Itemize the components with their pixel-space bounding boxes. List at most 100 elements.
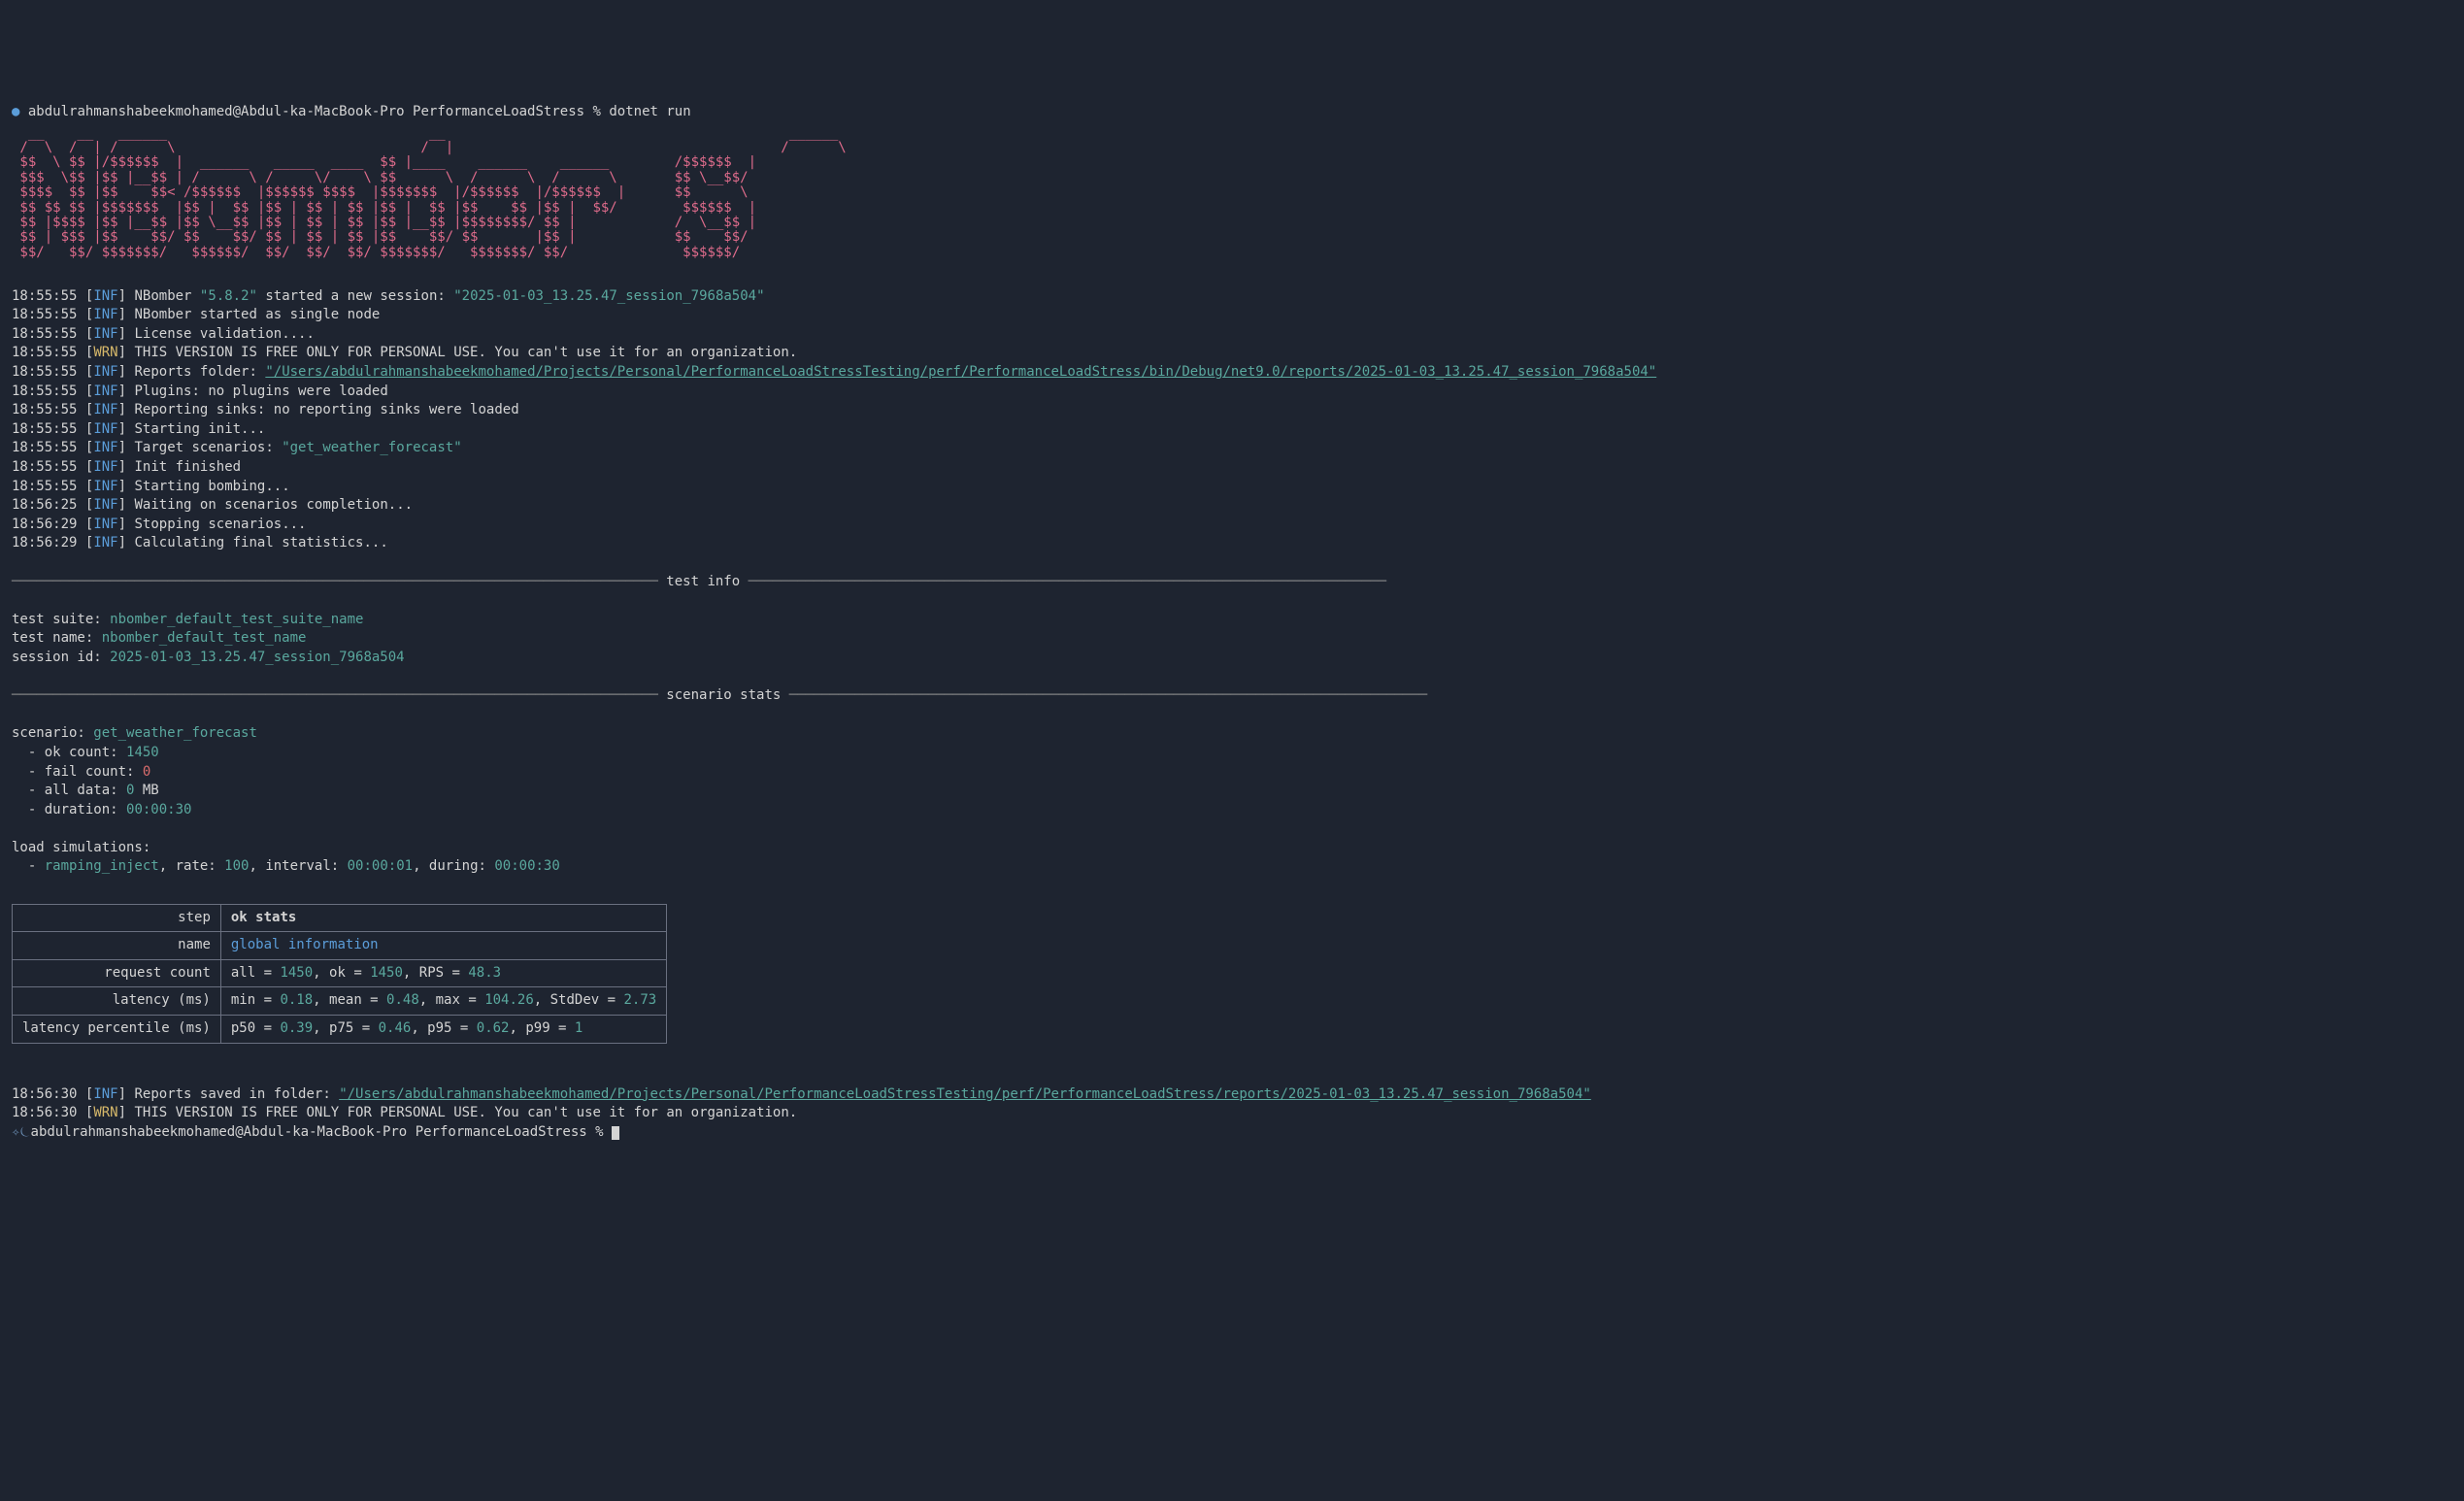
- nbomber-version: "5.8.2": [200, 288, 257, 304]
- prompt-user-host: abdulrahmanshabeekmohamed@Abdul-ka-MacBo…: [31, 1124, 408, 1140]
- section-divider: ────────────────────────────────────────…: [12, 574, 1386, 589]
- log-text: License validation....: [134, 326, 314, 342]
- label: min =: [231, 992, 281, 1008]
- log-ts: 18:55:55: [12, 288, 77, 304]
- log-ts: 18:55:55: [12, 459, 77, 475]
- session-id: "2025-01-03_13.25.47_session_7968a504": [453, 288, 764, 304]
- ok-count-line: - ok count: 1450: [12, 745, 159, 760]
- log-level-inf: INF: [93, 364, 117, 380]
- table-row: name global information: [13, 932, 667, 960]
- table-row: latency percentile (ms) p50 = 0.39, p75 …: [13, 1016, 667, 1044]
- prompt-line-2[interactable]: ✧⏾abdulrahmanshabeekmohamed@Abdul-ka-Mac…: [12, 1124, 619, 1140]
- rate-value: 100: [224, 858, 249, 874]
- label: , RPS =: [403, 965, 468, 981]
- rule: ────────────────────────────────────────…: [12, 687, 658, 703]
- table-row: request count all = 1450, ok = 1450, RPS…: [13, 959, 667, 987]
- col-step: step: [13, 904, 221, 932]
- log-level-inf: INF: [93, 421, 117, 437]
- log-level-inf: INF: [93, 288, 117, 304]
- fail-count-line: - fail count: 0: [12, 764, 150, 780]
- session-id-line: session id: 2025-01-03_13.25.47_session_…: [12, 650, 405, 665]
- log-text: Reports folder:: [134, 364, 265, 380]
- during-value: 00:00:30: [494, 858, 559, 874]
- log-ts: 18:55:55: [12, 402, 77, 417]
- table-row: latency (ms) min = 0.18, mean = 0.48, ma…: [13, 987, 667, 1016]
- label: , rate:: [159, 858, 224, 874]
- log-line: 18:55:55 [INF] Reporting sinks: no repor…: [12, 402, 519, 417]
- interval-value: 00:00:01: [348, 858, 413, 874]
- command-text: dotnet run: [609, 104, 690, 119]
- duration-value: 00:00:30: [126, 802, 191, 817]
- log-level-inf: INF: [93, 307, 117, 322]
- log-text: started a new session:: [257, 288, 453, 304]
- label: , p95 =: [411, 1020, 476, 1036]
- label: , p99 =: [509, 1020, 574, 1036]
- log-level-inf: INF: [93, 497, 117, 513]
- log-level-wrn: WRN: [93, 1105, 117, 1120]
- all-value: 1450: [280, 965, 313, 981]
- log-ts: 18:56:29: [12, 535, 77, 550]
- prompt-sep: %: [595, 1124, 603, 1140]
- label: session id:: [12, 650, 110, 665]
- log-text: Calculating final statistics...: [134, 535, 387, 550]
- label: p50 =: [231, 1020, 281, 1036]
- label: , p75 =: [313, 1020, 378, 1036]
- log-level-inf: INF: [93, 535, 117, 550]
- bullet: -: [12, 858, 45, 874]
- log-ts: 18:56:30: [12, 1105, 77, 1120]
- log-line: 18:55:55 [INF] Target scenarios: "get_we…: [12, 440, 462, 455]
- log-ts: 18:56:25: [12, 497, 77, 513]
- min-value: 0.18: [280, 992, 313, 1008]
- prompt-user-host: abdulrahmanshabeekmohamed@Abdul-ka-MacBo…: [28, 104, 405, 119]
- global-information: global information: [231, 937, 379, 952]
- log-level-inf: INF: [93, 440, 117, 455]
- log-line: 18:56:30 [INF] Reports saved in folder: …: [12, 1086, 1591, 1102]
- target-scenario: "get_weather_forecast": [282, 440, 461, 455]
- log-ts: 18:55:55: [12, 421, 77, 437]
- log-ts: 18:55:55: [12, 479, 77, 494]
- test-name-line: test name: nbomber_default_test_name: [12, 630, 306, 646]
- log-text: Stopping scenarios...: [134, 517, 306, 532]
- log-level-inf: INF: [93, 402, 117, 417]
- row-label-request-count: request count: [13, 959, 221, 987]
- reports-folder-path[interactable]: "/Users/abdulrahmanshabeekmohamed/Projec…: [265, 364, 1656, 380]
- log-text: Starting bombing...: [134, 479, 289, 494]
- log-line: 18:56:29 [INF] Calculating final statist…: [12, 535, 388, 550]
- max-value: 104.26: [484, 992, 534, 1008]
- log-ts: 18:56:29: [12, 517, 77, 532]
- log-line: 18:55:55 [INF] Starting init...: [12, 421, 265, 437]
- test-name-value: nbomber_default_test_name: [102, 630, 307, 646]
- scenario-name: get_weather_forecast: [93, 725, 257, 741]
- row-label-latency: latency (ms): [13, 987, 221, 1016]
- log-text: Init finished: [134, 459, 241, 475]
- reports-saved-path[interactable]: "/Users/abdulrahmanshabeekmohamed/Projec…: [339, 1086, 1591, 1102]
- label: all =: [231, 965, 281, 981]
- row-label-latency-percentile: latency percentile (ms): [13, 1016, 221, 1044]
- log-ts: 18:55:55: [12, 345, 77, 360]
- table-header-row: step ok stats: [13, 904, 667, 932]
- log-text: Starting init...: [134, 421, 265, 437]
- log-line: 18:56:25 [INF] Waiting on scenarios comp…: [12, 497, 413, 513]
- terminal-output[interactable]: ● abdulrahmanshabeekmohamed@Abdul-ka-Mac…: [12, 83, 2452, 1142]
- log-text: Reporting sinks: no reporting sinks were…: [134, 402, 518, 417]
- section-title-scenario-stats: scenario stats: [658, 687, 789, 703]
- log-text: THIS VERSION IS FREE ONLY FOR PERSONAL U…: [134, 1105, 797, 1120]
- log-text: NBomber started as single node: [134, 307, 380, 322]
- ok-count-value: 1450: [126, 745, 159, 760]
- log-line: 18:55:55 [INF] Reports folder: "/Users/a…: [12, 364, 1656, 380]
- log-text: THIS VERSION IS FREE ONLY FOR PERSONAL U…: [134, 345, 797, 360]
- label: - fail count:: [12, 764, 143, 780]
- log-text: NBomber: [134, 288, 199, 304]
- test-suite-line: test suite: nbomber_default_test_suite_n…: [12, 612, 363, 627]
- prompt-cwd: PerformanceLoadStress: [413, 104, 584, 119]
- nbomber-ascii-logo: __ __ ______ __ ______ / \ / | / \ / | /: [12, 126, 2452, 261]
- label: , ok =: [313, 965, 370, 981]
- log-ts: 18:56:30: [12, 1086, 77, 1102]
- log-level-inf: INF: [93, 384, 117, 399]
- session-id-value: 2025-01-03_13.25.47_session_7968a504: [110, 650, 404, 665]
- log-level-wrn: WRN: [93, 345, 117, 360]
- log-ts: 18:55:55: [12, 440, 77, 455]
- log-text: Target scenarios:: [134, 440, 282, 455]
- label: , mean =: [313, 992, 386, 1008]
- section-title-test-info: test info: [658, 574, 749, 589]
